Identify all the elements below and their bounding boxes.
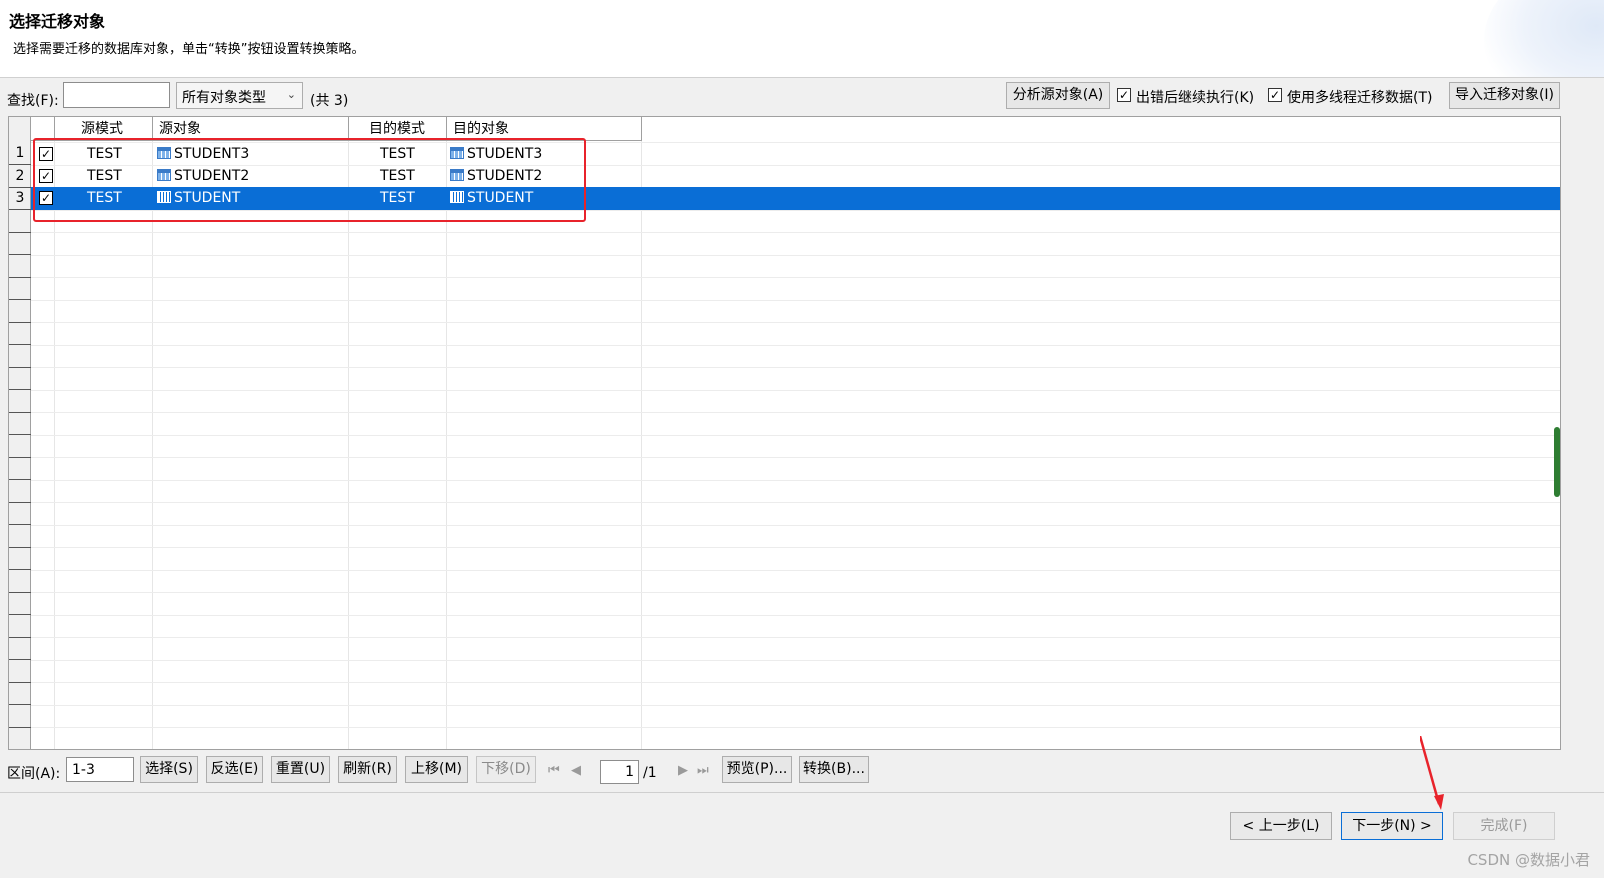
finish-button[interactable]: 完成(F) (1453, 812, 1555, 840)
grid-row-line (31, 232, 1560, 233)
next-page-icon[interactable]: ▶ (678, 763, 688, 778)
grid-row-line (31, 502, 1560, 503)
grid-row-line (31, 322, 1560, 323)
grid-row-line (31, 547, 1560, 548)
page-total: /1 (643, 765, 657, 781)
grid-controls: 区间(A): 选择(S) 反选(E) 重置(U) 刷新(R) 上移(M) 下移(… (0, 755, 1604, 787)
grid-row-line (31, 367, 1560, 368)
row-number-column: 1 2 3 (9, 117, 31, 749)
reset-button[interactable]: 重置(U) (271, 756, 330, 783)
row-number: 1 (15, 145, 25, 161)
row-number-divider (9, 366, 31, 368)
grid-row-line (31, 614, 1560, 616)
row-number-divider (9, 524, 31, 525)
grid-row-line (31, 344, 1560, 346)
row-number-divider (9, 299, 31, 300)
range-input[interactable] (66, 757, 134, 782)
red-arrow-annotation (1420, 736, 1444, 810)
find-input[interactable] (63, 82, 170, 108)
row-number-divider (9, 164, 31, 165)
footer-divider (0, 792, 1604, 793)
row-number-divider (9, 636, 31, 638)
row-number-divider (9, 276, 31, 278)
page-title: 选择迁移对象 (9, 12, 106, 31)
row-number-divider (9, 659, 31, 660)
row-number-divider (9, 456, 31, 458)
invert-select-button[interactable]: 反选(E) (206, 756, 263, 783)
prev-page-icon[interactable]: ◀ (571, 763, 581, 778)
row-number-divider (9, 389, 31, 390)
convert-button[interactable]: 转换(B)... (799, 756, 869, 783)
row-number-divider (9, 704, 31, 705)
multithread-label: 使用多线程迁移数据(T) (1287, 90, 1433, 106)
row-number-divider (9, 569, 31, 570)
move-down-button[interactable]: 下移(D) (476, 756, 536, 783)
select-button[interactable]: 选择(S) (140, 756, 198, 783)
grid-row-line (31, 569, 1560, 571)
grid-row-line (31, 637, 1560, 638)
move-up-button[interactable]: 上移(M) (405, 756, 468, 783)
page-number-input[interactable]: 1 (600, 760, 639, 784)
grid-row-line (31, 254, 1560, 256)
row-number-divider (9, 344, 31, 345)
row-number: 3 (15, 190, 25, 206)
row-number-divider (9, 614, 31, 615)
row-number-divider (9, 546, 31, 548)
row-number-divider (9, 479, 31, 480)
grid-row-line (31, 479, 1560, 481)
grid-row-line (31, 524, 1560, 526)
grid-row-line (31, 704, 1560, 706)
header-decoration (1484, 0, 1604, 77)
row-number-divider (9, 591, 31, 593)
grid-row-line (31, 277, 1560, 278)
grid-row-line (31, 389, 1560, 391)
row-number-divider (9, 749, 31, 750)
object-type-select[interactable]: 所有对象类型 ⌄ (176, 82, 303, 109)
back-button[interactable]: < 上一步(L) (1230, 812, 1332, 840)
analyze-source-button[interactable]: 分析源对象(A) (1006, 82, 1110, 109)
grid-row-line (31, 727, 1560, 728)
grid-row-line (31, 682, 1560, 683)
import-objects-button[interactable]: 导入迁移对象(I) (1449, 82, 1560, 109)
first-page-icon[interactable]: ⏮ (548, 763, 560, 778)
page-description: 选择需要迁移的数据库对象，单击“转换”按钮设置转换策略。 (13, 42, 365, 57)
toolbar: 查找(F): 所有对象类型 ⌄ (共 3) 分析源对象(A) ✓ 出错后继续执行… (0, 82, 1604, 114)
grid-row-line (31, 592, 1560, 593)
grid-row-line (31, 434, 1560, 436)
chevron-down-icon: ⌄ (286, 88, 296, 101)
row-number-divider (9, 434, 31, 435)
grid-row-line (31, 299, 1560, 301)
preview-button[interactable]: 预览(P)... (722, 756, 792, 783)
row-number-divider (9, 321, 31, 323)
row-number-divider (9, 231, 31, 233)
find-label: 查找(F): (7, 93, 59, 109)
grid-row-line (31, 457, 1560, 458)
row-number-divider (9, 254, 31, 255)
next-button[interactable]: 下一步(N) > (1341, 812, 1443, 840)
wizard-header: 选择迁移对象 选择需要迁移的数据库对象，单击“转换”按钮设置转换策略。 (0, 0, 1604, 78)
row-number-divider (9, 411, 31, 413)
continue-on-error-label: 出错后继续执行(K) (1136, 90, 1255, 106)
grid-row-line (31, 750, 1561, 751)
multithread-checkbox[interactable]: ✓ (1268, 88, 1282, 102)
row-number-divider (9, 186, 31, 188)
row-number-divider (9, 501, 31, 503)
refresh-button[interactable]: 刷新(R) (338, 756, 397, 783)
watermark: CSDN @数据小君 (1467, 851, 1590, 869)
row-number-divider (9, 681, 31, 683)
grid-row-line (31, 412, 1560, 413)
object-type-value: 所有对象类型 (182, 90, 266, 106)
highlight-annotation-box (33, 138, 586, 222)
scroll-indicator[interactable] (1554, 427, 1560, 497)
object-count: (共 3) (310, 93, 349, 109)
row-number: 2 (15, 167, 25, 184)
continue-on-error-checkbox[interactable]: ✓ (1117, 88, 1131, 102)
migration-object-grid[interactable]: 源模式 源对象 目的模式 目的对象 123 ✓ TEST STUDENT3 TE… (8, 116, 1561, 750)
row-number-divider (9, 726, 31, 728)
last-page-icon[interactable]: ⏭ (697, 763, 709, 778)
grid-row-line (31, 659, 1560, 661)
range-label: 区间(A): (7, 766, 61, 782)
row-number-divider (9, 209, 31, 210)
